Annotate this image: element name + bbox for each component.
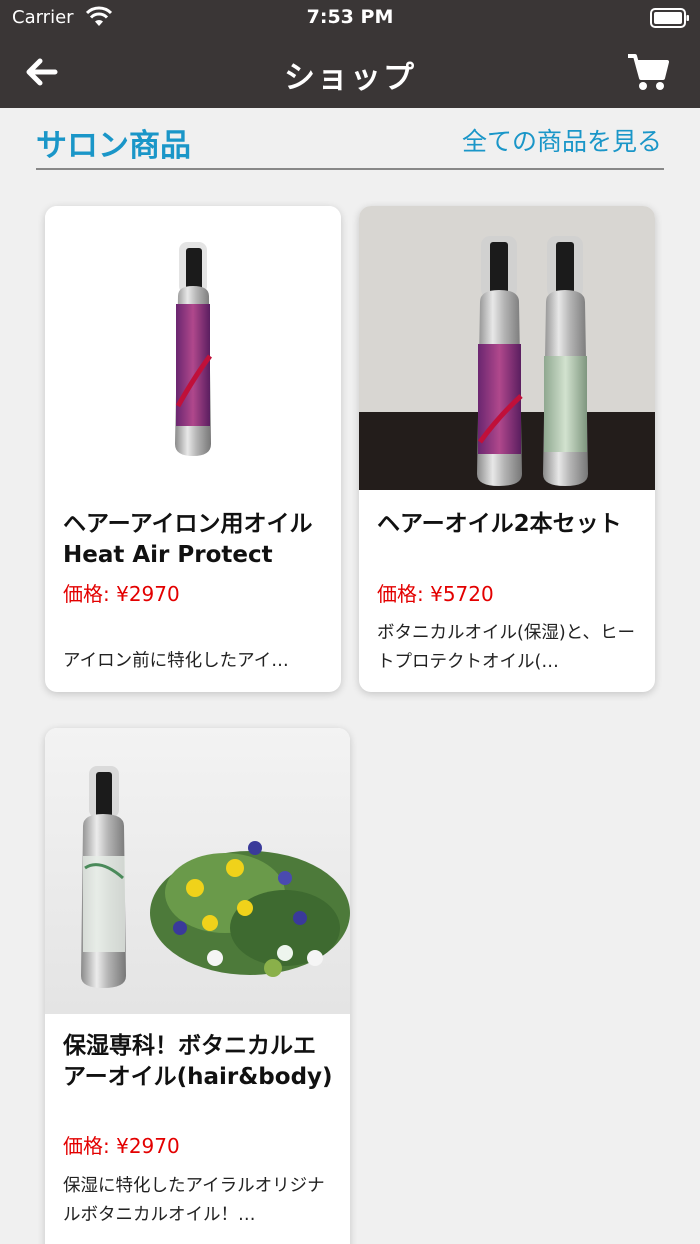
status-time: 7:53 PM bbox=[306, 6, 394, 28]
status-bar: Carrier 7:53 PM bbox=[0, 0, 700, 36]
product-card[interactable]: ヘアーオイル2本セット 価格: ¥5720 ボタニカルオイル(保湿)と、ヒートプ… bbox=[359, 206, 655, 692]
product-description: ボタニカルオイル(保湿)と、ヒートプロテクトオイル(… bbox=[377, 623, 635, 672]
product-price: 価格: ¥5720 bbox=[377, 582, 494, 606]
product-name: ヘアーアイロン用オイル Heat Air Protect bbox=[63, 511, 313, 568]
product-image bbox=[45, 728, 350, 1014]
battery-icon bbox=[650, 8, 689, 28]
product-image bbox=[45, 206, 341, 490]
product-description: アイロン前に特化したアイ… bbox=[63, 651, 289, 671]
product-name: 保湿専科！ボタニカルエアーオイル(hair&body) bbox=[63, 1033, 333, 1090]
section-title: サロン商品 bbox=[36, 128, 191, 164]
page-title: ショップ bbox=[284, 60, 416, 96]
shopping-cart-icon[interactable] bbox=[626, 52, 670, 92]
product-image bbox=[359, 206, 655, 490]
app-header: Carrier 7:53 PM ショップ bbox=[0, 0, 700, 108]
product-card[interactable]: ヘアーアイロン用オイル Heat Air Protect 価格: ¥2970 ア… bbox=[45, 206, 341, 692]
product-price: 価格: ¥2970 bbox=[63, 1134, 180, 1158]
product-card[interactable]: 保湿専科！ボタニカルエアーオイル(hair&body) 価格: ¥2970 保湿… bbox=[45, 728, 350, 1244]
two-bottles-image bbox=[359, 206, 655, 490]
product-name: ヘアーオイル2本セット bbox=[377, 511, 622, 537]
product-description: 保湿に特化したアイラルオリジナルボタニカルオイル！… bbox=[63, 1176, 325, 1225]
see-all-products-link[interactable]: 全ての商品を見る bbox=[462, 122, 662, 158]
bottle-with-flowers-image bbox=[45, 728, 350, 1014]
section-divider bbox=[36, 168, 664, 170]
product-price: 価格: ¥2970 bbox=[63, 582, 180, 606]
spray-bottle-image bbox=[175, 242, 213, 456]
